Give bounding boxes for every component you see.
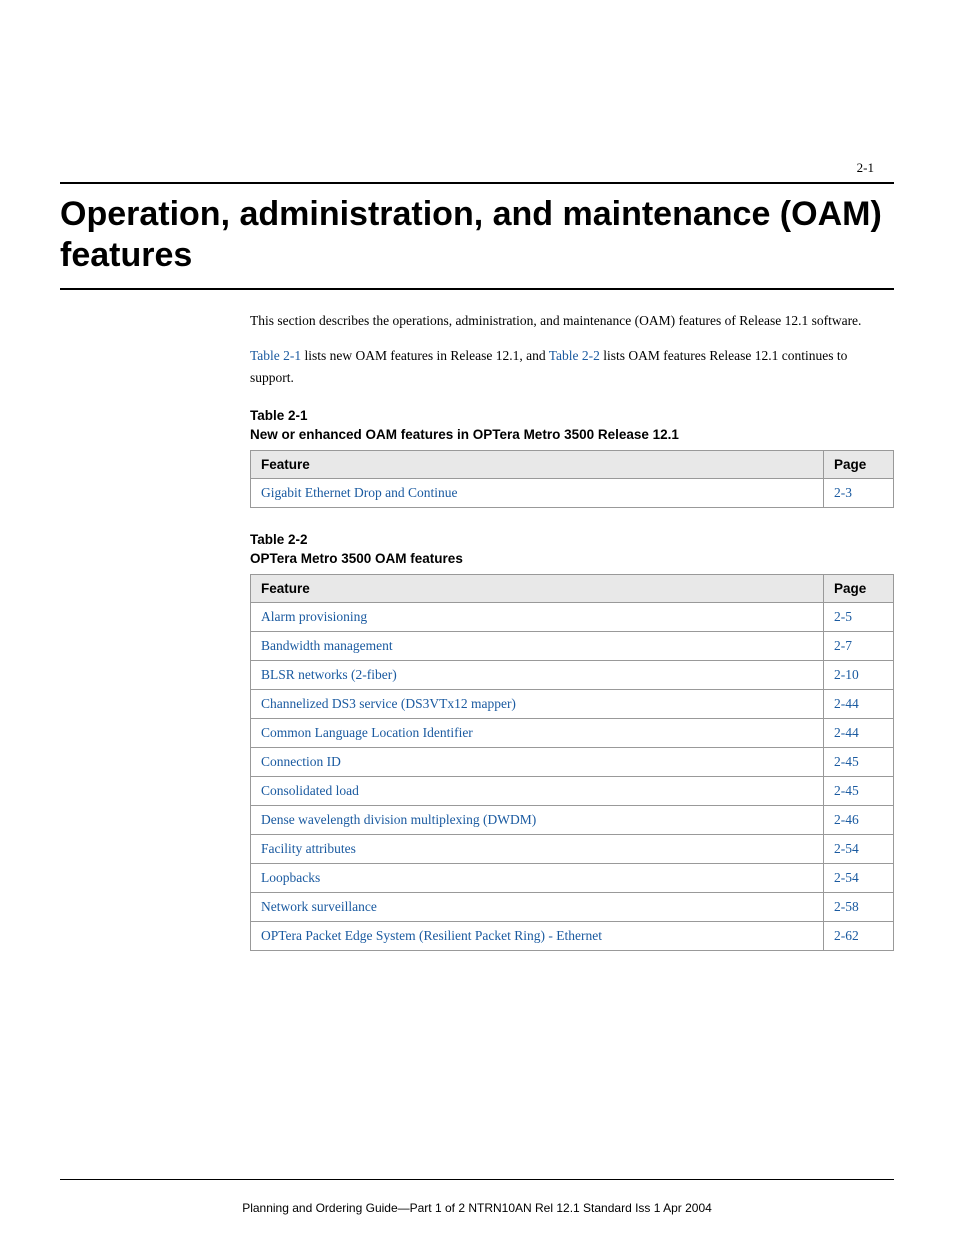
table-row: Alarm provisioning2-5 [251,603,894,632]
feature-cell: Consolidated load [251,777,824,806]
page-cell: 2-7 [824,632,894,661]
title-rule-top [60,182,894,184]
table2: Feature Page Alarm provisioning2-5Bandwi… [250,574,894,951]
page-cell: 2-44 [824,690,894,719]
feature-cell: Connection ID [251,748,824,777]
feature-cell: Gigabit Ethernet Drop and Continue [251,479,824,508]
feature-cell: OPTera Packet Edge System (Resilient Pac… [251,922,824,951]
table-row: Bandwidth management2-7 [251,632,894,661]
page-cell: 2-44 [824,719,894,748]
page-number: 2-1 [0,0,954,176]
table-row: Consolidated load2-45 [251,777,894,806]
table2-col-page: Page [824,575,894,603]
feature-cell: Network surveillance [251,893,824,922]
feature-cell: Alarm provisioning [251,603,824,632]
feature-cell: Facility attributes [251,835,824,864]
table1-ref-link[interactable]: Table 2-1 [250,348,301,363]
feature-cell: Common Language Location Identifier [251,719,824,748]
intro-paragraph: This section describes the operations, a… [250,310,894,332]
feature-cell: Channelized DS3 service (DS3VTx12 mapper… [251,690,824,719]
chapter-header: Operation, administration, and maintenan… [0,194,954,290]
table-row: OPTera Packet Edge System (Resilient Pac… [251,922,894,951]
ref-paragraph: Table 2-1 lists new OAM features in Rele… [250,345,894,388]
table2-ref-link[interactable]: Table 2-2 [549,348,600,363]
table-row: Facility attributes2-54 [251,835,894,864]
table-row: Common Language Location Identifier2-44 [251,719,894,748]
table-row: BLSR networks (2-fiber)2-10 [251,661,894,690]
table-row: Connection ID2-45 [251,748,894,777]
page-cell: 2-62 [824,922,894,951]
table2-col-feature: Feature [251,575,824,603]
feature-cell: BLSR networks (2-fiber) [251,661,824,690]
table-row: Channelized DS3 service (DS3VTx12 mapper… [251,690,894,719]
table1-header-row: Feature Page [251,451,894,479]
page-cell: 2-54 [824,835,894,864]
table-row: Network surveillance2-58 [251,893,894,922]
page-cell: 2-46 [824,806,894,835]
table-row: Dense wavelength division multiplexing (… [251,806,894,835]
footer-rule [60,1179,894,1180]
table-row: Gigabit Ethernet Drop and Continue2-3 [251,479,894,508]
page-container: 2-1 Operation, administration, and maint… [0,0,954,1235]
table2-title: OPTera Metro 3500 OAM features [250,551,894,566]
chapter-title: Operation, administration, and maintenan… [60,194,894,290]
table2-label: Table 2-2 [250,532,894,547]
page-cell: 2-58 [824,893,894,922]
table1-col-feature: Feature [251,451,824,479]
content-area: This section describes the operations, a… [0,310,954,952]
table1-col-page: Page [824,451,894,479]
page-cell: 2-54 [824,864,894,893]
table2-header-row: Feature Page [251,575,894,603]
feature-cell: Dense wavelength division multiplexing (… [251,806,824,835]
page-cell: 2-3 [824,479,894,508]
table1: Feature Page Gigabit Ethernet Drop and C… [250,450,894,508]
page-cell: 2-45 [824,748,894,777]
feature-cell: Bandwidth management [251,632,824,661]
table-row: Loopbacks2-54 [251,864,894,893]
feature-cell: Loopbacks [251,864,824,893]
page-cell: 2-10 [824,661,894,690]
page-cell: 2-45 [824,777,894,806]
table1-label: Table 2-1 [250,408,894,423]
table1-title: New or enhanced OAM features in OPTera M… [250,427,894,442]
page-number-text: 2-1 [857,160,874,175]
page-cell: 2-5 [824,603,894,632]
footer-text: Planning and Ordering Guide—Part 1 of 2 … [0,1201,954,1215]
